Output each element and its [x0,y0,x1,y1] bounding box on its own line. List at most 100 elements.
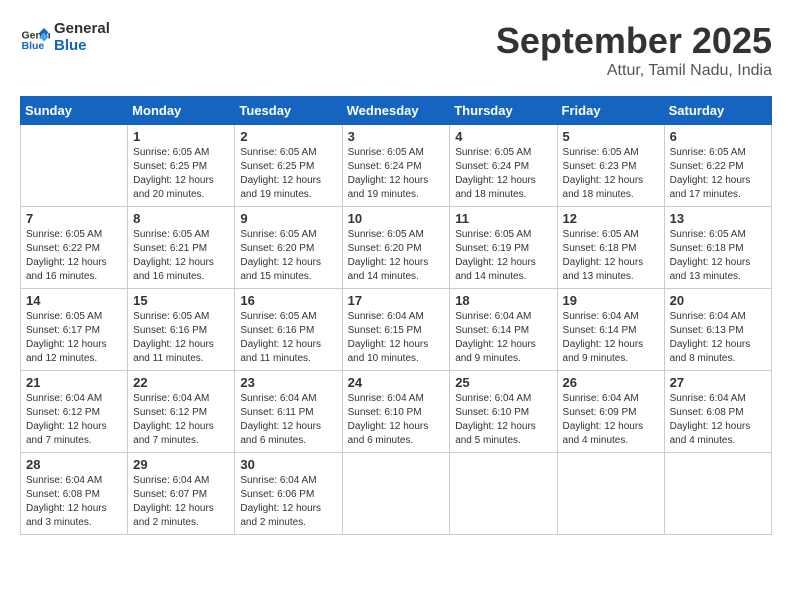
day-number: 2 [240,129,336,144]
calendar-cell: 20Sunrise: 6:04 AM Sunset: 6:13 PM Dayli… [664,289,771,371]
logo-general: General [54,20,110,37]
day-number: 18 [455,293,551,308]
day-number: 4 [455,129,551,144]
day-number: 16 [240,293,336,308]
day-number: 12 [563,211,659,226]
calendar-cell: 25Sunrise: 6:04 AM Sunset: 6:10 PM Dayli… [450,371,557,453]
calendar-cell: 3 Sunrise: 6:05 AM Sunset: 6:24 PM Daylig… [342,125,450,207]
calendar-cell: 30Sunrise: 6:04 AM Sunset: 6:06 PM Dayli… [235,453,342,535]
calendar-cell: 28 Sunrise: 6:04 AM Sunset: 6:08 PM Dayli… [21,453,128,535]
calendar-cell: 27 Sunrise: 6:04 AM Sunset: 6:08 PM Dayli… [664,371,771,453]
day-info: Sunrise: 6:05 AM Sunset: 6:17 PM Dayligh… [26,310,122,366]
calendar-cell: 11Sunrise: 6:05 AM Sunset: 6:19 PM Dayli… [450,207,557,289]
day-number: 26 [563,375,659,390]
calendar-week-5: 28 Sunrise: 6:04 AM Sunset: 6:08 PM Dayli… [21,453,772,535]
day-info: Sunrise: 6:05 AM Sunset: 6:19 PM Dayligh… [455,228,551,284]
day-number: 15 [133,293,229,308]
calendar-table: SundayMondayTuesdayWednesdayThursdayFrid… [20,96,772,535]
day-info: Sunrise: 6:05 AM Sunset: 6:20 PM Dayligh… [348,228,445,284]
day-info: Sunrise: 6:04 AM Sunset: 6:08 PM Dayligh… [26,474,122,530]
day-info: Sunrise: 6:05 AM Sunset: 6:23 PM Dayligh… [563,146,659,202]
calendar-header-row: SundayMondayTuesdayWednesdayThursdayFrid… [21,97,772,125]
day-number: 6 [670,129,766,144]
day-info: Sunrise: 6:04 AM Sunset: 6:12 PM Dayligh… [26,392,122,448]
svg-text:Blue: Blue [22,40,45,52]
calendar-cell: 16 Sunrise: 6:05 AM Sunset: 6:16 PM Dayli… [235,289,342,371]
calendar-cell: 5 Sunrise: 6:05 AM Sunset: 6:23 PM Daylig… [557,125,664,207]
day-info: Sunrise: 6:05 AM Sunset: 6:21 PM Dayligh… [133,228,229,284]
day-number: 1 [133,129,229,144]
day-number: 5 [563,129,659,144]
day-number: 14 [26,293,122,308]
day-number: 23 [240,375,336,390]
calendar-cell: 1Sunrise: 6:05 AM Sunset: 6:25 PM Daylig… [128,125,235,207]
day-info: Sunrise: 6:05 AM Sunset: 6:18 PM Dayligh… [563,228,659,284]
calendar-cell: 8 Sunrise: 6:05 AM Sunset: 6:21 PM Daylig… [128,207,235,289]
col-header-friday: Friday [557,97,664,125]
calendar-cell: 29 Sunrise: 6:04 AM Sunset: 6:07 PM Dayli… [128,453,235,535]
calendar-cell: 23 Sunrise: 6:04 AM Sunset: 6:11 PM Dayli… [235,371,342,453]
day-number: 9 [240,211,336,226]
col-header-tuesday: Tuesday [235,97,342,125]
calendar-cell: 24 Sunrise: 6:04 AM Sunset: 6:10 PM Dayli… [342,371,450,453]
calendar-cell [342,453,450,535]
logo-icon: General Blue [20,22,50,52]
day-number: 28 [26,457,122,472]
calendar-cell [21,125,128,207]
calendar-cell: 12 Sunrise: 6:05 AM Sunset: 6:18 PM Dayli… [557,207,664,289]
page-header: General Blue General Blue September 2025… [20,20,772,80]
logo: General Blue General Blue [20,20,110,54]
day-number: 7 [26,211,122,226]
calendar-cell: 10 Sunrise: 6:05 AM Sunset: 6:20 PM Dayli… [342,207,450,289]
logo-blue: Blue [54,37,110,54]
day-info: Sunrise: 6:04 AM Sunset: 6:06 PM Dayligh… [240,474,336,530]
day-number: 19 [563,293,659,308]
day-number: 21 [26,375,122,390]
calendar-cell: 7 Sunrise: 6:05 AM Sunset: 6:22 PM Daylig… [21,207,128,289]
day-info: Sunrise: 6:05 AM Sunset: 6:22 PM Dayligh… [26,228,122,284]
day-number: 22 [133,375,229,390]
day-info: Sunrise: 6:04 AM Sunset: 6:14 PM Dayligh… [455,310,551,366]
day-number: 20 [670,293,766,308]
day-info: Sunrise: 6:05 AM Sunset: 6:16 PM Dayligh… [240,310,336,366]
col-header-sunday: Sunday [21,97,128,125]
calendar-cell: 22Sunrise: 6:04 AM Sunset: 6:12 PM Dayli… [128,371,235,453]
calendar-cell: 2 Sunrise: 6:05 AM Sunset: 6:25 PM Daylig… [235,125,342,207]
day-info: Sunrise: 6:05 AM Sunset: 6:24 PM Dayligh… [455,146,551,202]
day-number: 3 [348,129,445,144]
day-info: Sunrise: 6:05 AM Sunset: 6:22 PM Dayligh… [670,146,766,202]
calendar-cell: 15 Sunrise: 6:05 AM Sunset: 6:16 PM Dayli… [128,289,235,371]
day-info: Sunrise: 6:05 AM Sunset: 6:16 PM Dayligh… [133,310,229,366]
calendar-week-1: 1 Sunrise: 6:05 AM Sunset: 6:25 PM Daylig… [21,125,772,207]
day-number: 13 [670,211,766,226]
calendar-cell: 14 Sunrise: 6:05 AM Sunset: 6:17 PM Dayli… [21,289,128,371]
day-info: Sunrise: 6:04 AM Sunset: 6:08 PM Dayligh… [670,392,766,448]
day-number: 24 [348,375,445,390]
day-info: Sunrise: 6:05 AM Sunset: 6:18 PM Dayligh… [670,228,766,284]
day-info: Sunrise: 6:04 AM Sunset: 6:14 PM Dayligh… [563,310,659,366]
col-header-thursday: Thursday [450,97,557,125]
day-number: 29 [133,457,229,472]
month-title: September 2025 [496,20,772,62]
calendar-cell [664,453,771,535]
day-number: 27 [670,375,766,390]
calendar-week-3: 14 Sunrise: 6:05 AM Sunset: 6:17 PM Dayli… [21,289,772,371]
calendar-cell: 21 Sunrise: 6:04 AM Sunset: 6:12 PM Dayli… [21,371,128,453]
title-block: September 2025 Attur, Tamil Nadu, India [496,20,772,80]
calendar-cell [450,453,557,535]
day-info: Sunrise: 6:05 AM Sunset: 6:25 PM Dayligh… [240,146,336,202]
day-info: Sunrise: 6:04 AM Sunset: 6:09 PM Dayligh… [563,392,659,448]
calendar-cell: 19 Sunrise: 6:04 AM Sunset: 6:14 PM Dayli… [557,289,664,371]
day-number: 8 [133,211,229,226]
day-info: Sunrise: 6:04 AM Sunset: 6:10 PM Dayligh… [348,392,445,448]
day-info: Sunrise: 6:05 AM Sunset: 6:24 PM Dayligh… [348,146,445,202]
location: Attur, Tamil Nadu, India [496,62,772,80]
day-number: 10 [348,211,445,226]
col-header-monday: Monday [128,97,235,125]
day-info: Sunrise: 6:04 AM Sunset: 6:15 PM Dayligh… [348,310,445,366]
day-info: Sunrise: 6:04 AM Sunset: 6:10 PM Dayligh… [455,392,551,448]
day-info: Sunrise: 6:04 AM Sunset: 6:07 PM Dayligh… [133,474,229,530]
calendar-cell: 26 Sunrise: 6:04 AM Sunset: 6:09 PM Dayli… [557,371,664,453]
day-info: Sunrise: 6:04 AM Sunset: 6:11 PM Dayligh… [240,392,336,448]
calendar-week-4: 21 Sunrise: 6:04 AM Sunset: 6:12 PM Dayli… [21,371,772,453]
